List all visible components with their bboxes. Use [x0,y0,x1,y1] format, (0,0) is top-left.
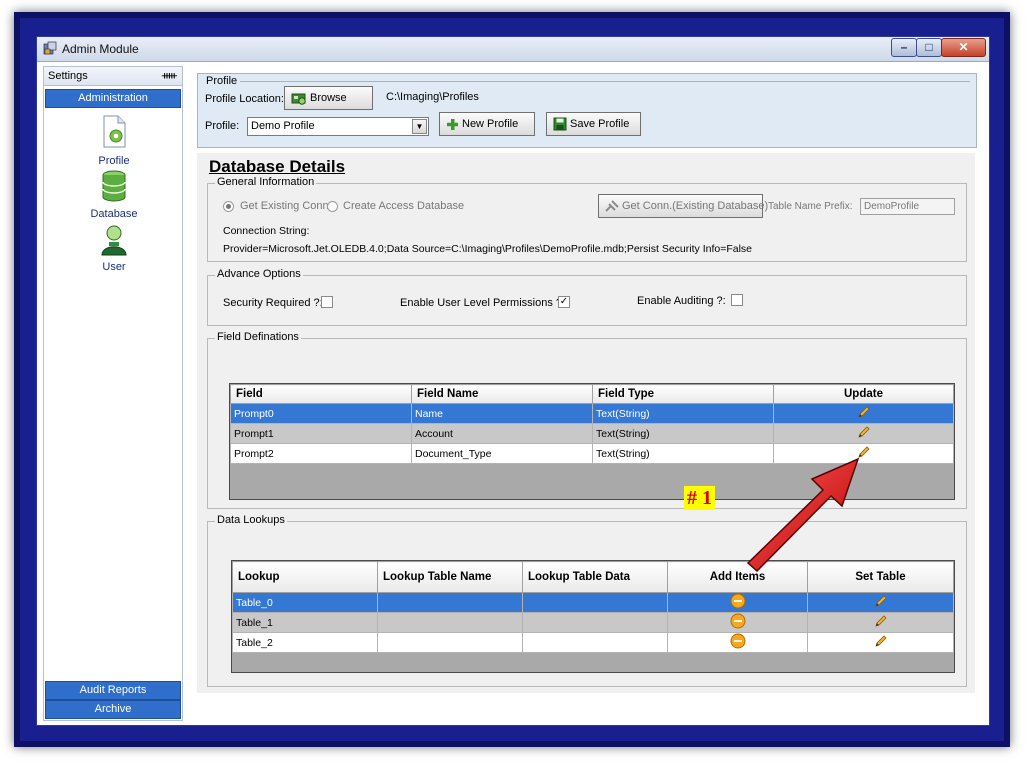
annotation-arrow [746,457,860,573]
annotation-badge: # 1 [684,486,715,510]
